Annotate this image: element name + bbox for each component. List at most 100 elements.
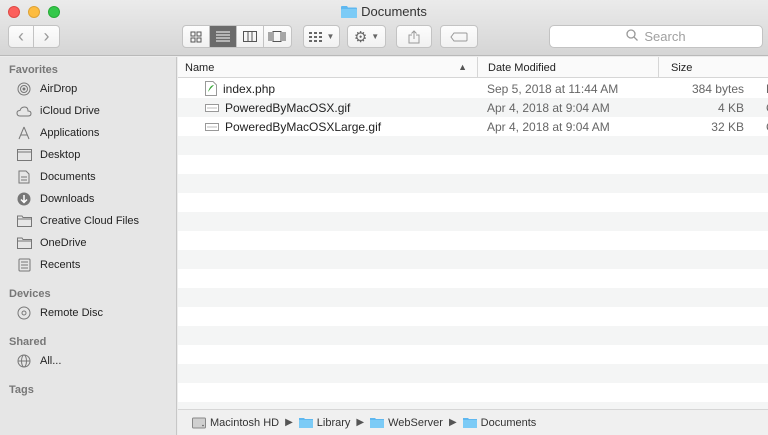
- cloud-icon: [16, 103, 32, 119]
- edit-tags-button[interactable]: [440, 25, 478, 48]
- file-rows: index.php Sep 5, 2018 at 11:44 AM 384 by…: [178, 79, 768, 409]
- folder-icon: [341, 5, 358, 21]
- sidebar-section-tags: Tags: [9, 384, 34, 396]
- empty-row: [178, 364, 768, 383]
- sidebar-item-applications[interactable]: Applications: [16, 123, 99, 143]
- chevron-left-icon: ‹: [18, 26, 24, 46]
- folder-icon: [298, 417, 313, 428]
- file-kind: G: [752, 120, 768, 134]
- sidebar-item-label: All...: [40, 355, 62, 367]
- file-name: PoweredByMacOSXLarge.gif: [225, 119, 382, 134]
- folder-icon: [370, 417, 385, 428]
- path-item-label: Documents: [480, 416, 537, 429]
- list-view-icon: [215, 31, 230, 42]
- sidebar-item-label: Downloads: [40, 193, 95, 205]
- sidebar-item-label: iCloud Drive: [40, 105, 100, 117]
- back-forward-control: ‹ ›: [8, 25, 60, 48]
- chevron-down-icon: ▼: [326, 32, 335, 41]
- sidebar-item-label: OneDrive: [40, 237, 87, 249]
- sidebar-item-downloads[interactable]: Downloads: [16, 189, 94, 209]
- sidebar-item-recents[interactable]: Recents: [16, 255, 80, 275]
- sidebar: Favorites AirDrop iCloud Drive Applicati…: [0, 57, 177, 435]
- back-button[interactable]: ‹: [9, 26, 35, 47]
- column-view-icon: [242, 31, 257, 42]
- list-view-button[interactable]: [209, 26, 238, 47]
- sidebar-item-icloud-drive[interactable]: iCloud Drive: [16, 101, 100, 121]
- column-header-label: Name: [185, 61, 215, 74]
- column-header-name[interactable]: Name ▲: [178, 57, 478, 78]
- sidebar-item-onedrive[interactable]: OneDrive: [16, 233, 86, 253]
- column-view-button[interactable]: [237, 26, 264, 47]
- gear-icon: ⚙: [353, 28, 368, 46]
- sidebar-item-airdrop[interactable]: AirDrop: [16, 79, 77, 99]
- sidebar-item-all-shared[interactable]: All...: [16, 351, 61, 371]
- sidebar-section-favorites: Favorites: [9, 64, 58, 76]
- search-placeholder: Search: [644, 29, 686, 44]
- file-size: 4 KB: [717, 100, 744, 115]
- sidebar-item-creative-cloud-files[interactable]: Creative Cloud Files: [16, 211, 139, 231]
- disc-icon: [16, 305, 32, 321]
- file-name-cell: PoweredByMacOSXLarge.gif: [178, 120, 478, 134]
- empty-row: [178, 136, 768, 155]
- group-icon: [308, 31, 322, 42]
- file-size: 384 bytes: [691, 81, 744, 96]
- sidebar-item-label: Documents: [40, 171, 96, 183]
- table-row[interactable]: PoweredByMacOSXLarge.gif Apr 4, 2018 at …: [178, 117, 768, 136]
- coverflow-view-button[interactable]: [264, 26, 291, 47]
- sidebar-section-shared: Shared: [9, 336, 47, 348]
- column-header-date[interactable]: Date Modified: [478, 57, 659, 78]
- desktop-icon: [16, 147, 32, 163]
- window-title-text: Documents: [361, 4, 427, 19]
- file-list: Name ▲ Date Modified Size index.php Sep …: [178, 57, 768, 409]
- path-item-library[interactable]: Library: [298, 417, 350, 429]
- gif-file-icon: [205, 122, 219, 131]
- file-size: 32 KB: [711, 119, 744, 134]
- path-item-label: WebServer: [388, 416, 443, 429]
- path-item-webserver[interactable]: WebServer: [370, 417, 443, 429]
- sidebar-item-label: Desktop: [40, 149, 81, 161]
- path-bar: Macintosh HD ▶ Library ▶ WebServer ▶ Doc…: [178, 409, 768, 435]
- sort-ascending-icon: ▲: [458, 62, 467, 72]
- column-header-label: Date Modified: [488, 61, 556, 74]
- file-name-cell: PoweredByMacOSX.gif: [178, 101, 478, 115]
- file-date: Apr 4, 2018 at 9:04 AM: [487, 119, 610, 134]
- empty-row: [178, 288, 768, 307]
- gif-file-icon: [205, 103, 219, 112]
- search-icon: [626, 29, 639, 44]
- forward-button[interactable]: ›: [34, 26, 59, 47]
- sidebar-item-label: Remote Disc: [40, 307, 103, 319]
- chevron-right-icon: ▶: [285, 417, 293, 428]
- empty-row: [178, 345, 768, 364]
- column-header-size[interactable]: Size: [659, 57, 768, 78]
- file-kind: G: [752, 101, 768, 115]
- sidebar-item-documents[interactable]: Documents: [16, 167, 96, 187]
- share-button[interactable]: [396, 25, 432, 48]
- sidebar-item-remote-disc[interactable]: Remote Disc: [16, 303, 103, 323]
- folder-icon: [462, 417, 477, 428]
- sidebar-item-label: Creative Cloud Files: [40, 215, 140, 227]
- sidebar-item-desktop[interactable]: Desktop: [16, 145, 80, 165]
- chevron-right-icon: ▶: [356, 417, 365, 428]
- view-mode-control: [182, 25, 292, 48]
- path-item-macintosh-hd[interactable]: Macintosh HD: [192, 417, 279, 429]
- downloads-icon: [16, 191, 32, 207]
- search-field[interactable]: Search: [549, 25, 763, 48]
- folder-icon: [16, 235, 32, 251]
- table-row[interactable]: PoweredByMacOSX.gif Apr 4, 2018 at 9:04 …: [178, 98, 768, 117]
- list-header: Name ▲ Date Modified Size: [178, 57, 768, 78]
- folder-icon: [16, 213, 32, 229]
- share-icon: [408, 29, 420, 43]
- table-row[interactable]: index.php Sep 5, 2018 at 11:44 AM 384 by…: [178, 79, 768, 98]
- action-menu-button[interactable]: ⚙ ▼: [347, 25, 386, 48]
- empty-row: [178, 269, 768, 288]
- empty-row: [178, 193, 768, 212]
- path-item-documents[interactable]: Documents: [462, 416, 537, 429]
- group-by-button[interactable]: ▼: [303, 25, 340, 48]
- window-title: Documents: [0, 4, 768, 21]
- icon-view-button[interactable]: [183, 26, 210, 47]
- coverflow-view-icon: [268, 31, 286, 42]
- applications-icon: [16, 125, 32, 141]
- airdrop-icon: [16, 81, 32, 97]
- column-header-label: Size: [671, 61, 693, 74]
- sidebar-item-label: AirDrop: [40, 83, 78, 95]
